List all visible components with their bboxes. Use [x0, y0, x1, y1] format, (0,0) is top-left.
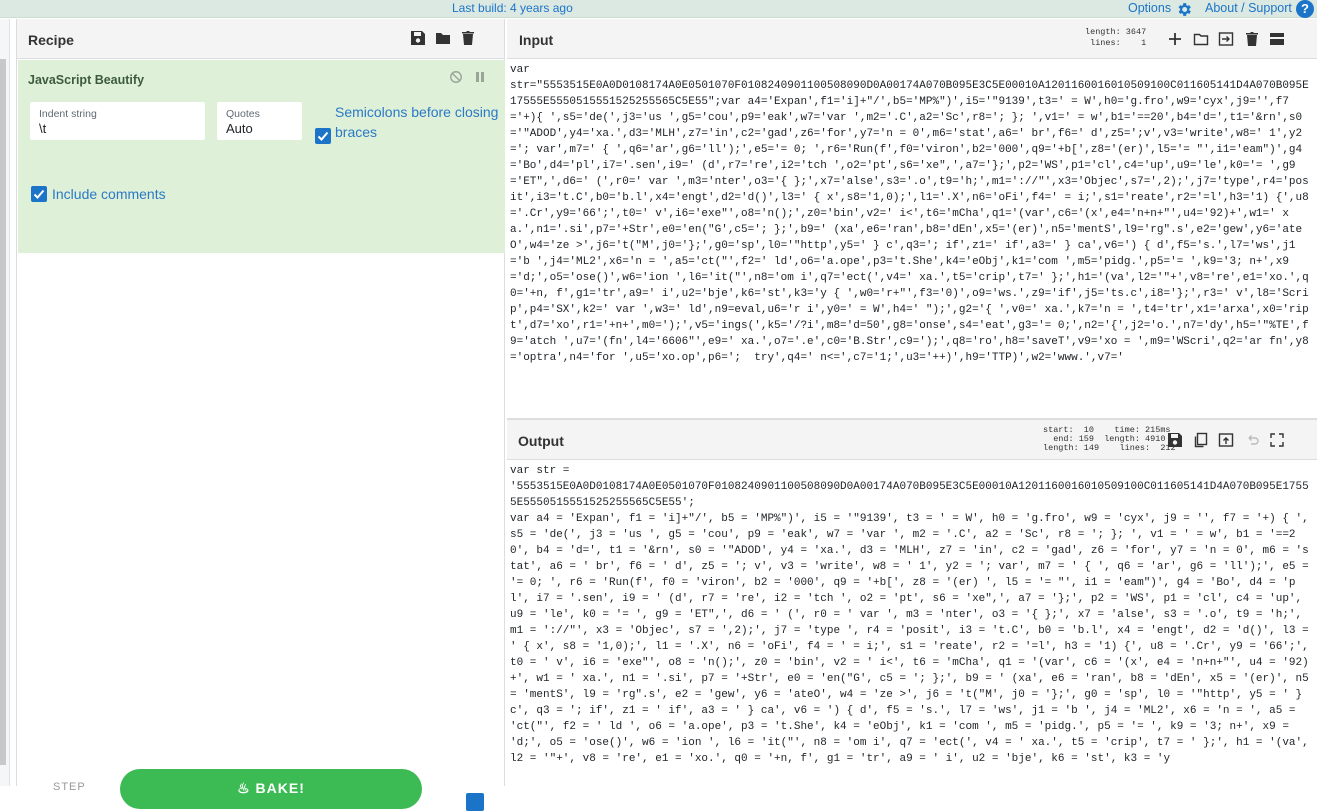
- input-header: Input length: 3647 lines: 1: [507, 19, 1317, 59]
- semicolons-checkbox[interactable]: [315, 128, 331, 144]
- help-icon[interactable]: ?: [1296, 0, 1314, 18]
- step-button[interactable]: STEP: [53, 781, 86, 793]
- output-pane: Output start: 10 time: 215ms end: 159 le…: [507, 420, 1317, 786]
- bake-label: BAKE!: [255, 780, 305, 796]
- operation-title: JavaScript Beautify: [28, 73, 145, 87]
- bake-button[interactable]: ♨ BAKE!: [120, 769, 422, 809]
- input-pane: Input length: 3647 lines: 1 var str="555…: [507, 19, 1317, 419]
- semicolons-label: Semicolons before closing braces: [335, 104, 499, 140]
- output-header: Output start: 10 time: 215ms end: 159 le…: [507, 420, 1317, 460]
- include-comments-label: Include comments: [52, 186, 166, 202]
- indent-string-value[interactable]: \t: [39, 121, 46, 136]
- disable-operation-icon[interactable]: [449, 70, 463, 84]
- recipe-title: Recipe: [28, 32, 74, 48]
- checkmark-icon: [33, 189, 45, 199]
- chef-hat-icon: ♨: [237, 780, 251, 796]
- add-tab-plus-icon[interactable]: [1167, 31, 1183, 47]
- input-title: Input: [519, 32, 554, 48]
- recipe-pane: Recipe JavaScript Beautify Indent string…: [16, 19, 505, 811]
- quotes-value[interactable]: Auto: [226, 121, 253, 136]
- save-recipe-icon[interactable]: [410, 30, 426, 46]
- pause-breakpoint-icon[interactable]: [474, 71, 486, 83]
- operations-panel-edge: [0, 19, 10, 786]
- include-comments-checkbox[interactable]: [31, 186, 47, 202]
- operations-scrollbar[interactable]: [0, 59, 6, 765]
- undo-icon[interactable]: [1244, 432, 1260, 448]
- load-recipe-folder-icon[interactable]: [435, 30, 451, 46]
- quotes-label: Quotes: [226, 108, 260, 120]
- about-support-link[interactable]: About / Support: [1205, 0, 1292, 17]
- clear-input-trash-icon[interactable]: [1244, 31, 1260, 47]
- replace-input-icon[interactable]: [1218, 432, 1234, 448]
- save-output-icon[interactable]: [1167, 432, 1183, 448]
- output-stats: start: 10 time: 215ms end: 159 length: 4…: [1043, 425, 1176, 453]
- reset-layout-icon[interactable]: [1269, 31, 1285, 47]
- last-build-link[interactable]: Last build: 4 years ago: [452, 0, 573, 17]
- maximise-output-icon[interactable]: [1269, 432, 1285, 448]
- checkmark-icon: [317, 131, 329, 141]
- recipe-header: Recipe: [17, 19, 504, 59]
- output-textarea[interactable]: var str = '5553515E0A0D0108174A0E0501070…: [507, 461, 1317, 786]
- open-file-icon[interactable]: [1218, 31, 1234, 47]
- copy-output-icon[interactable]: [1193, 432, 1209, 448]
- operation-javascript-beautify: JavaScript Beautify Indent string \t Quo…: [18, 60, 505, 253]
- quotes-select[interactable]: Quotes Auto: [217, 102, 302, 140]
- indent-string-label: Indent string: [39, 108, 97, 120]
- input-lines: lines: 1: [1085, 38, 1147, 48]
- auto-bake-checkbox[interactable]: [466, 793, 484, 811]
- gear-icon[interactable]: [1175, 1, 1193, 18]
- indent-string-field[interactable]: Indent string \t: [30, 102, 205, 140]
- open-folder-icon[interactable]: [1193, 31, 1209, 47]
- input-textarea[interactable]: var str="5553515E0A0D0108174A0E0501070F0…: [507, 60, 1317, 419]
- options-link[interactable]: Options: [1128, 0, 1171, 17]
- clear-recipe-trash-icon[interactable]: [460, 30, 476, 46]
- output-title: Output: [518, 433, 564, 449]
- input-length: length: 3647: [1085, 27, 1147, 37]
- top-bar: Last build: 4 years ago Options About / …: [0, 0, 1317, 18]
